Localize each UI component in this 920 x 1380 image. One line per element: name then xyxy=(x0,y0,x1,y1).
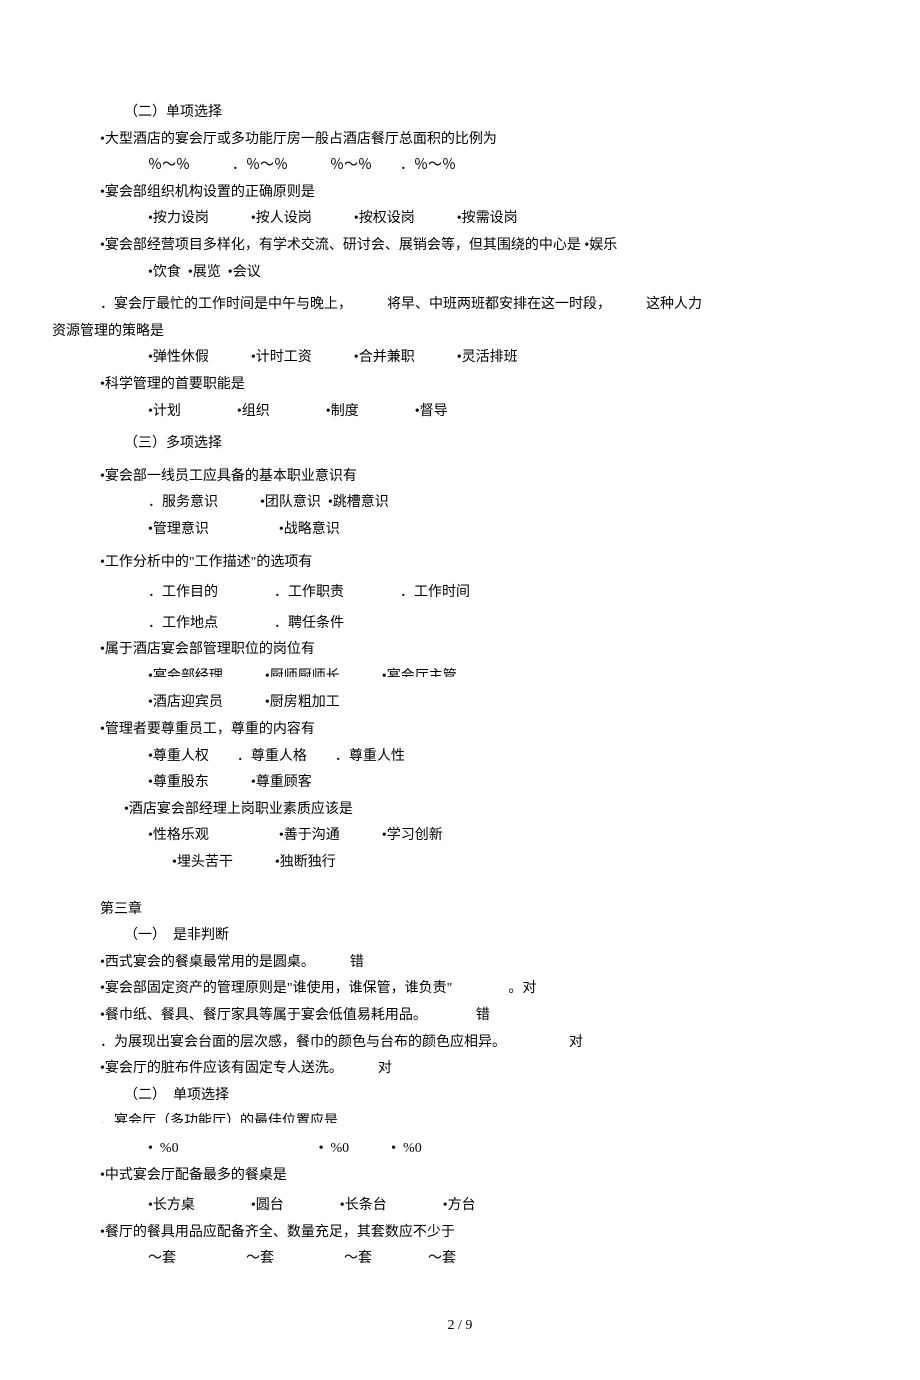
q-text: •属于酒店宴会部管理职位的岗位有 xyxy=(100,637,820,664)
chapter-3-title: 第三章 xyxy=(100,897,820,924)
ch3-sec2-heading: （二） 单项选择 xyxy=(124,1083,820,1110)
q-options: ～套 ～套 ～套 ～套 xyxy=(148,1246,820,1273)
tf-item: ．为展现出宴会台面的层次感，餐巾的颜色与台布的颜色应相异。 对 xyxy=(100,1030,820,1057)
q-text: •大型酒店的宴会厅或多功能厅房一般占酒店餐厅总面积的比例为 xyxy=(100,127,820,154)
tf-item: •宴会厅的脏布件应该有固定专人送洗。 对 xyxy=(100,1056,820,1083)
q-options: •宴会部经理 •厨师厨师长 •宴会厅主管 xyxy=(148,664,820,691)
q-text: •宴会部组织机构设置的正确原则是 xyxy=(100,180,820,207)
q-options: ．工作目的 ．工作职责 ．工作时间 xyxy=(148,580,820,607)
q-options: •尊重股东 •尊重顾客 xyxy=(148,770,820,797)
q-options: •按力设岗 •按人设岗 •按权设岗 •按需设岗 xyxy=(148,206,820,233)
q-options: •性格乐观 •善于沟通 •学习创新 xyxy=(148,823,820,850)
q-text: ．宴会厅最忙的工作时间是中午与晚上， 将早、中班两班都安排在这一时段， 这种人力 xyxy=(100,292,820,319)
q-text: •中式宴会厅配备最多的餐桌是 xyxy=(100,1163,820,1190)
tf-item: •宴会部固定资产的管理原则是"谁使用，谁保管，谁负责" 。对 xyxy=(100,976,820,1003)
q-text: ．宴会厅（多功能厅）的最佳位置应是 xyxy=(100,1109,820,1136)
q-options: ．服务意识 •团队意识 •跳槽意识 xyxy=(148,490,820,517)
q-text: •工作分析中的"工作描述"的选项有 xyxy=(100,550,820,577)
tf-item: •西式宴会的餐桌最常用的是圆桌。 错 xyxy=(100,950,820,977)
page-number: 2 / 9 xyxy=(100,1313,820,1340)
tf-item: •餐巾纸、餐具、餐厅家具等属于宴会低值易耗用品。 错 xyxy=(100,1003,820,1030)
q-text: •管理者要尊重员工，尊重的内容有 xyxy=(100,717,820,744)
q-options: •饮食 •展览 •会议 xyxy=(148,260,820,287)
q-text: •科学管理的首要职能是 xyxy=(100,372,820,399)
q-options: •计划 •组织 •制度 •督导 xyxy=(148,399,820,426)
q-options: •长方桌 •圆台 •长条台 •方台 xyxy=(148,1193,820,1220)
q-options: • %0 • %0 • %0 xyxy=(148,1136,820,1163)
q-options: •管理意识 •战略意识 xyxy=(148,517,820,544)
q-options: •弹性休假 •计时工资 •合并兼职 •灵活排班 xyxy=(148,345,820,372)
q-options: ％～％ ．％～％ ％～％ ．％～％ xyxy=(148,153,820,180)
section-2-heading: （二）单项选择 xyxy=(124,100,820,127)
q-text: 资源管理的策略是 xyxy=(52,319,820,346)
q-options: •酒店迎宾员 •厨房粗加工 xyxy=(148,690,820,717)
q-options: •埋头苦干 •独断独行 xyxy=(172,850,820,877)
ch3-sec1-heading: （一） 是非判断 xyxy=(124,923,820,950)
q-text: •宴会部一线员工应具备的基本职业意识有 xyxy=(100,464,820,491)
q-options: •尊重人权 ．尊重人格 ．尊重人性 xyxy=(148,744,820,771)
q-text: •宴会部经营项目多样化，有学术交流、研讨会、展销会等，但其围绕的中心是 •娱乐 xyxy=(100,233,820,260)
q-options: ．工作地点 ．聘任条件 xyxy=(148,611,820,638)
section-3-heading: （三）多项选择 xyxy=(124,431,820,458)
q-text: •餐厅的餐具用品应配备齐全、数量充足，其套数应不少于 xyxy=(100,1220,820,1247)
q-text: •酒店宴会部经理上岗职业素质应该是 xyxy=(124,797,820,824)
